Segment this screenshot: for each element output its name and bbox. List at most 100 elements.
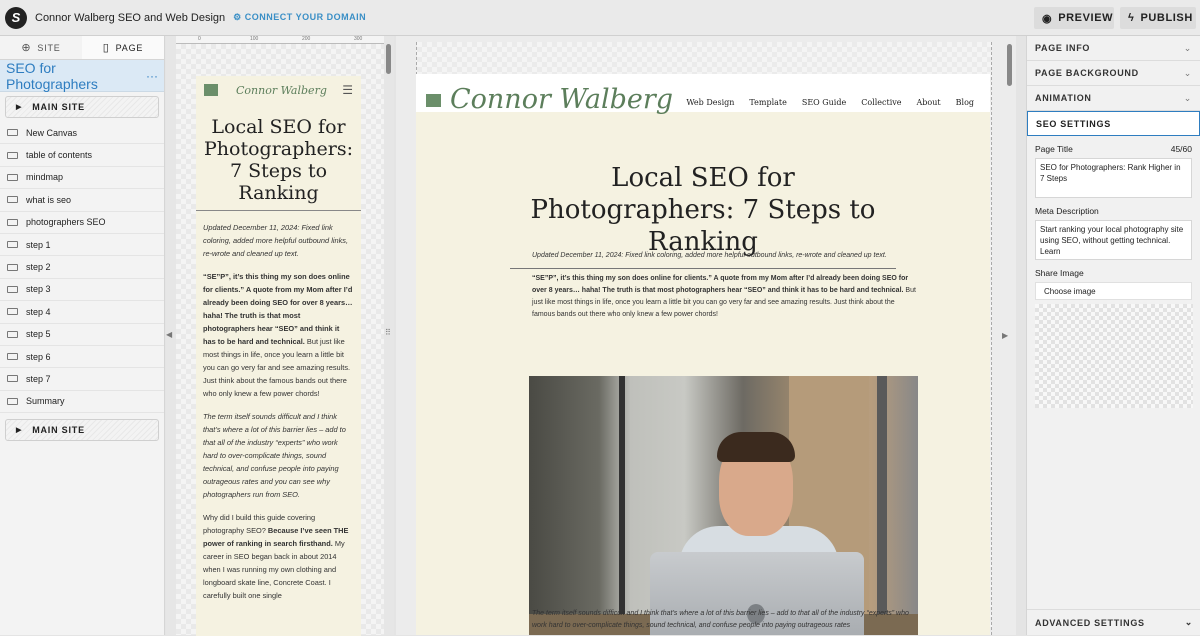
section-animation[interactable]: ANIMATION ⌄ <box>1027 86 1200 111</box>
mobile-updated-text: Updated December 11, 2024: Fixed link co… <box>203 223 349 258</box>
mobile-p1-rest: But just like most things in life, once … <box>203 337 351 398</box>
hamburger-menu-icon[interactable]: ☰ <box>342 83 353 97</box>
top-bar: S Connor Walberg SEO and Web Design ⚙ CON… <box>0 0 1200 36</box>
mobile-brand[interactable]: Connor Walberg <box>236 84 342 97</box>
main-site-label: MAIN SITE <box>32 102 85 112</box>
app-logo-icon[interactable]: S <box>5 6 27 29</box>
chevron-down-icon: ⌄ <box>1183 42 1192 53</box>
sidebar-item-summary[interactable]: Summary <box>0 391 164 414</box>
nav-web-design[interactable]: Web Design <box>686 98 734 107</box>
choose-image-button[interactable]: Choose image <box>1035 282 1192 300</box>
sidebar-item-photographers-seo[interactable]: photographers SEO <box>0 212 164 234</box>
page-icon <box>7 353 18 361</box>
collapse-left-icon[interactable]: ◀ <box>166 330 172 339</box>
current-page-title: SEO for Photographers <box>6 59 98 92</box>
mobile-page-frame: Connor Walberg ☰ Local SEO for Photograp… <box>196 76 361 636</box>
section-seo-settings[interactable]: SEO SETTINGS <box>1027 111 1200 136</box>
main-site-button[interactable]: ▶ MAIN SITE <box>5 96 159 118</box>
current-page-header[interactable]: SEO for Photographers ··· <box>0 60 164 92</box>
sidebar-item-label: New Canvas <box>26 127 78 138</box>
sidebar-item-label: step 3 <box>26 284 51 295</box>
mobile-paragraph-3: Why did I build this guide covering phot… <box>196 511 361 612</box>
desktop-updated-note: Updated December 11, 2024: Fixed link co… <box>532 250 916 262</box>
sidebar-item-label: step 1 <box>26 239 51 250</box>
section-label: ADVANCED SETTINGS <box>1035 617 1145 628</box>
nav-about[interactable]: About <box>917 98 941 107</box>
drag-handle-icon[interactable]: ⠿ <box>385 328 391 337</box>
page-icon <box>7 285 18 293</box>
sidebar-item-step-5[interactable]: step 5 <box>0 324 164 346</box>
page-icon: ▯ <box>102 42 110 54</box>
site-logo-icon[interactable] <box>426 94 441 107</box>
page-title-label: Page Title <box>1035 144 1073 154</box>
share-image-label-row: Share Image <box>1027 268 1200 278</box>
sidebar-item-mindmap[interactable]: mindmap <box>0 167 164 190</box>
nav-collective[interactable]: Collective <box>861 98 901 107</box>
sidebar-item-step-2[interactable]: step 2 <box>0 256 164 279</box>
desktop-updated-text: Updated December 11, 2024: Fixed link co… <box>532 252 887 259</box>
photo-door-frame <box>877 376 887 635</box>
desktop-scrollbar[interactable] <box>1007 44 1012 86</box>
section-label: PAGE BACKGROUND <box>1035 68 1139 78</box>
meta-description-label-row: Meta Description <box>1027 206 1200 216</box>
desktop-nav: Web Design Template SEO Guide Collective… <box>686 98 974 107</box>
connect-domain-link[interactable]: ⚙ CONNECT YOUR DOMAIN <box>233 12 366 23</box>
section-page-info[interactable]: PAGE INFO ⌄ <box>1027 36 1200 61</box>
caret-right-icon: ▶ <box>16 427 23 435</box>
sidebar-item-step-1[interactable]: step 1 <box>0 234 164 257</box>
right-panel: PAGE INFO ⌄ PAGE BACKGROUND ⌄ ANIMATION ⌄ S… <box>1026 36 1200 635</box>
sidebar-item-label: step 4 <box>26 306 51 317</box>
desktop-p1-bold: “SE”P”, it’s this thing my son does onli… <box>532 275 909 294</box>
page-icon <box>7 308 18 316</box>
section-label: ANIMATION <box>1035 93 1092 103</box>
mobile-p3-c: My career in SEO began back in about 201… <box>203 539 345 600</box>
sidebar-item-step-6[interactable]: step 6 <box>0 346 164 369</box>
meta-description-field[interactable]: Start ranking your local photography sit… <box>1035 220 1192 260</box>
page-icon <box>7 263 18 271</box>
nav-template[interactable]: Template <box>749 98 786 107</box>
mobile-scrollbar[interactable] <box>386 44 391 74</box>
main-site-bottom-button[interactable]: ▶ MAIN SITE <box>5 419 159 442</box>
sidebar-item-label: step 6 <box>26 351 51 362</box>
page-icon <box>7 196 18 204</box>
sidebar-item-label: step 7 <box>26 373 51 384</box>
desktop-paragraph-2: The term itself sounds difficult and I t… <box>532 608 916 632</box>
page-icon <box>7 151 18 159</box>
chevron-down-icon: ⌄ <box>1184 617 1193 627</box>
caret-right-icon: ▶ <box>16 104 23 111</box>
desktop-brand[interactable]: Connor Walberg <box>450 84 673 115</box>
more-options-icon[interactable]: ··· <box>146 69 158 83</box>
sidebar-item-step-3[interactable]: step 3 <box>0 279 164 302</box>
site-logo-icon[interactable] <box>204 84 218 96</box>
sidebar-item-label: mindmap <box>26 172 64 183</box>
ruler-tick: 0 <box>198 36 201 42</box>
chevron-down-icon: ⌄ <box>1183 92 1192 103</box>
site-name: Connor Walberg SEO and Web Design <box>35 11 226 24</box>
share-image-placeholder[interactable] <box>1035 304 1193 408</box>
mobile-header: Connor Walberg ☰ <box>196 76 361 104</box>
sidebar-item-new-canvas[interactable]: New Canvas <box>0 122 164 145</box>
sidebar-item-what-is-seo[interactable]: what is seo <box>0 189 164 212</box>
sidebar-item-step-7[interactable]: step 7 <box>0 368 164 391</box>
preview-button[interactable]: ◉ PREVIEW <box>1034 7 1114 29</box>
nav-seo-guide[interactable]: SEO Guide <box>802 98 846 107</box>
section-page-background[interactable]: PAGE BACKGROUND ⌄ <box>1027 61 1200 86</box>
publish-button[interactable]: ϟ PUBLISH <box>1120 7 1196 29</box>
tab-site[interactable]: ⊕ SITE <box>0 36 82 59</box>
page-icon <box>7 241 18 249</box>
sidebar-item-table-of-contents[interactable]: table of contents <box>0 144 164 167</box>
desktop-page-frame: Connor Walberg Web Design Template SEO G… <box>416 74 990 635</box>
ruler: 0 100 200 300 <box>176 36 384 44</box>
ruler-tick: 100 <box>250 36 259 42</box>
connect-domain-label: CONNECT YOUR DOMAIN <box>244 12 367 22</box>
page-title-field[interactable]: SEO for Photographers: Rank Higher in 7 … <box>1035 158 1192 198</box>
page-list: New Canvas table of contents mindmap wha… <box>0 122 164 414</box>
section-label: SEO SETTINGS <box>1036 118 1111 129</box>
nav-blog[interactable]: Blog <box>956 98 974 107</box>
sidebar-item-step-4[interactable]: step 4 <box>0 301 164 324</box>
tab-page[interactable]: ▯ PAGE <box>82 36 164 59</box>
mobile-p2-text: The term itself sounds difficult and I t… <box>203 412 346 499</box>
collapse-right-icon[interactable]: ▶ <box>1002 331 1008 340</box>
section-advanced-settings[interactable]: ADVANCED SETTINGS ⌄ <box>1027 609 1200 635</box>
gear-icon: ⚙ <box>233 12 242 22</box>
